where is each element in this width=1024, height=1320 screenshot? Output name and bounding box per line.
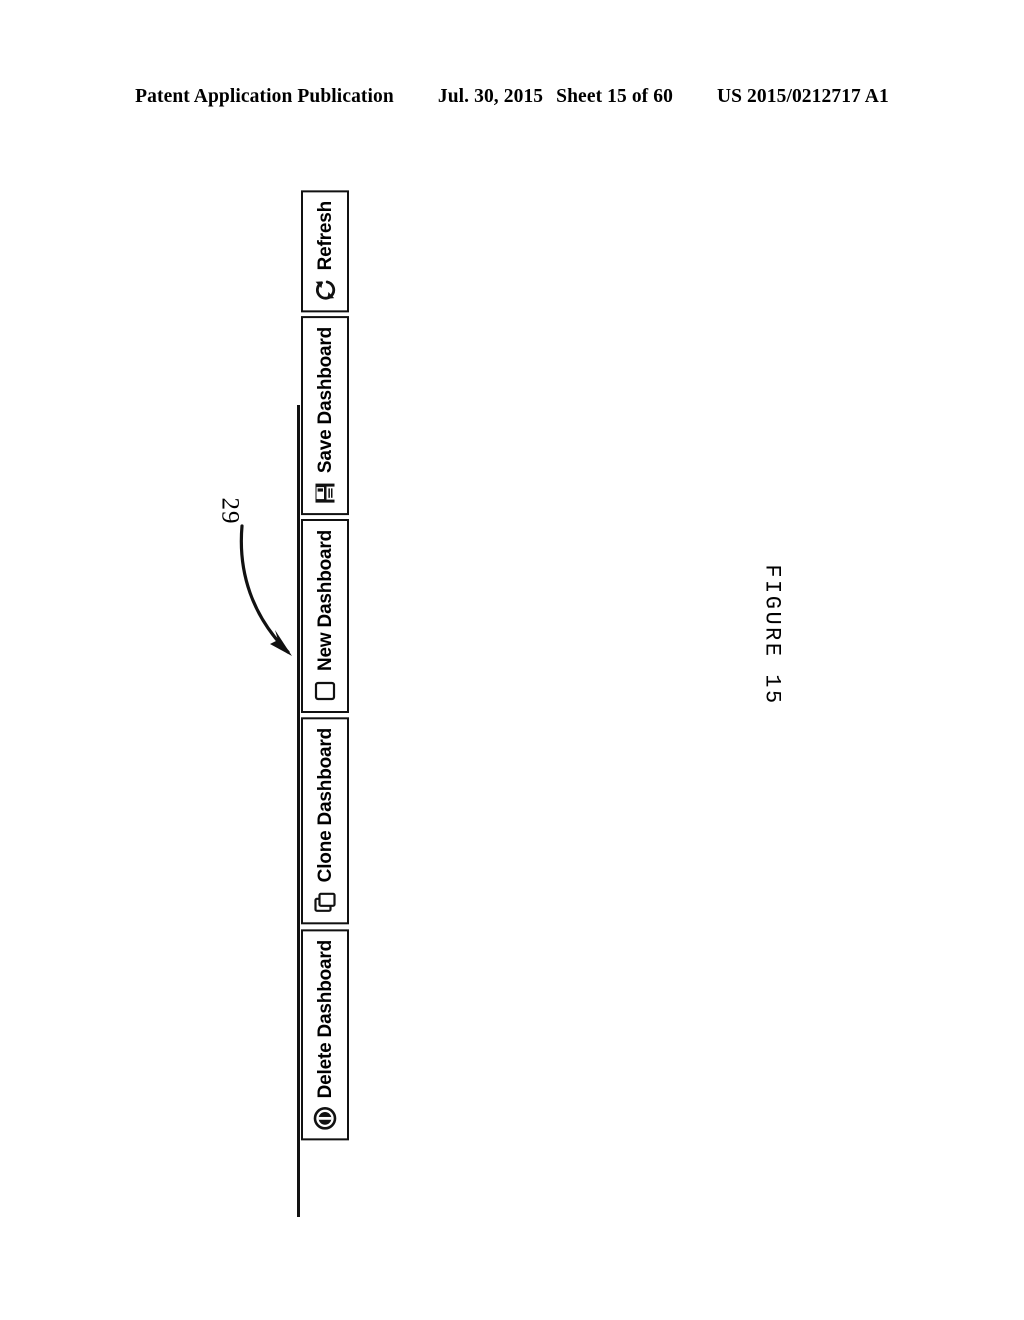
delete-circle-icon [312, 1105, 338, 1131]
copy-pages-icon [312, 890, 338, 916]
figure-caption: FIGURE 15 [759, 564, 785, 706]
blank-page-icon [312, 678, 338, 704]
clone-dashboard-button[interactable]: Clone Dashboard [301, 717, 349, 925]
refresh-label: Refresh [314, 200, 336, 271]
floppy-disk-icon [312, 480, 338, 506]
figure-drawing-area: 29 Delete Dashboard Clone Dashboard New … [0, 0, 1024, 1320]
clone-dashboard-label: Clone Dashboard [314, 728, 336, 883]
dashboard-toolbar-rotor: Delete Dashboard Clone Dashboard New Das… [301, 140, 349, 1140]
refresh-arrows-icon [312, 277, 338, 303]
delete-dashboard-label: Delete Dashboard [314, 939, 336, 1098]
dashboard-toolbar: Delete Dashboard Clone Dashboard New Das… [301, 189, 349, 1140]
delete-dashboard-button[interactable]: Delete Dashboard [301, 928, 349, 1140]
new-dashboard-label: New Dashboard [314, 530, 336, 672]
save-dashboard-button[interactable]: Save Dashboard [301, 316, 349, 516]
save-dashboard-label: Save Dashboard [314, 327, 336, 474]
refresh-button[interactable]: Refresh [301, 189, 349, 313]
new-dashboard-button[interactable]: New Dashboard [301, 519, 349, 714]
